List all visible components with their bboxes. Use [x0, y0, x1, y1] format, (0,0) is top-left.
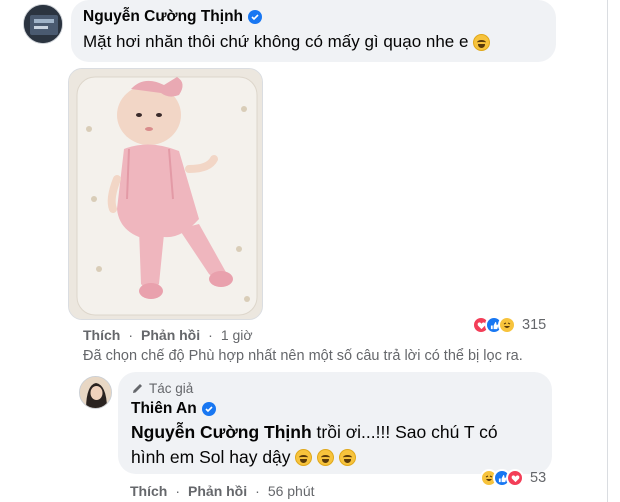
like-action[interactable]: Thích — [130, 483, 167, 499]
verified-badge-icon — [248, 10, 263, 24]
reaction-count[interactable]: 315 — [522, 317, 546, 333]
mention-link[interactable]: Nguyễn Cường Thịnh — [131, 422, 312, 442]
love-icon — [506, 469, 524, 487]
comment-text: Mặt hơi nhăn thôi chứ không có mấy gì qu… — [83, 32, 491, 52]
reaction-count[interactable]: 53 — [530, 470, 546, 486]
reply-text: Nguyễn Cường Thịnh trồi ơi...!!! Sao chú… — [131, 420, 531, 470]
page-divider — [607, 0, 608, 502]
like-action[interactable]: Thích — [83, 327, 120, 343]
reply-actions: Thích · Phản hồi · 56 phút — [130, 483, 315, 499]
author-tag-label: Tác giả — [149, 381, 194, 396]
laughing-emoji-icon — [317, 449, 335, 466]
comment-author-name[interactable]: Nguyễn Cường Thịnh — [83, 8, 243, 26]
comment-author[interactable]: Nguyễn Cường Thịnh — [83, 8, 263, 26]
verified-badge-icon — [201, 402, 216, 416]
reply-author[interactable]: Thiên An — [131, 400, 216, 418]
haha-icon — [498, 316, 516, 334]
comment-photo[interactable] — [68, 68, 263, 320]
replier-avatar[interactable] — [79, 376, 112, 409]
reply-action[interactable]: Phản hồi — [188, 483, 247, 499]
pencil-icon — [133, 384, 142, 393]
comment-actions: Thích · Phản hồi · 1 giờ — [83, 327, 253, 343]
laughing-emoji-icon — [473, 33, 491, 51]
author-tag: Tác giả — [131, 381, 193, 396]
reaction-summary[interactable]: 315 — [472, 316, 546, 334]
laughing-emoji-icon — [339, 449, 357, 466]
comment-text-body: Mặt hơi nhăn thôi chứ không có mấy gì qu… — [83, 32, 469, 51]
reaction-summary[interactable]: 53 — [480, 469, 546, 487]
reply-author-name[interactable]: Thiên An — [131, 400, 197, 418]
comment-timestamp[interactable]: 1 giờ — [221, 327, 253, 343]
filter-notice: Đã chọn chế độ Phù hợp nhất nên một số c… — [83, 348, 523, 364]
reply-timestamp[interactable]: 56 phút — [268, 483, 315, 499]
commenter-avatar[interactable] — [23, 4, 63, 44]
reply-action[interactable]: Phản hồi — [141, 327, 200, 343]
laughing-emoji-icon — [295, 449, 313, 466]
